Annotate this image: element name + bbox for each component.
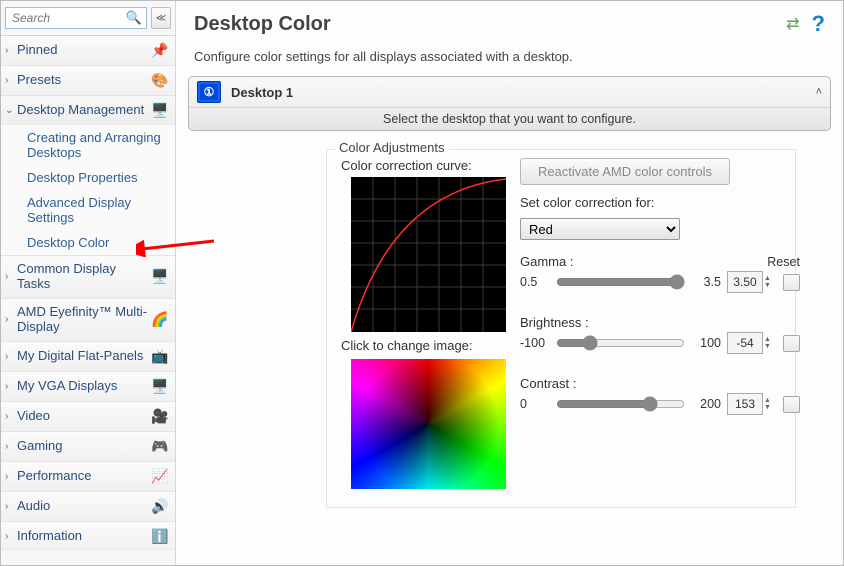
chevron-down-icon: ⌄ xyxy=(5,105,15,116)
sub-desktop-color[interactable]: Desktop Color xyxy=(1,230,175,255)
sub-desktop-properties[interactable]: Desktop Properties xyxy=(1,165,175,190)
brightness-row: Brightness : -100 100 -54 ▲▼ xyxy=(520,315,800,354)
search-field-wrap[interactable]: 🔍 xyxy=(5,7,147,29)
page-subtitle: Configure color settings for all display… xyxy=(176,43,843,76)
nav-gaming[interactable]: › Gaming 🎮 xyxy=(1,431,175,461)
gamepad-icon: 🎮 xyxy=(151,438,169,455)
color-adjustments-panel: Color Adjustments Color correction curve… xyxy=(326,149,796,508)
brightness-slider[interactable] xyxy=(556,334,685,352)
vga-icon: 🖥️ xyxy=(151,378,169,395)
chevron-right-icon: › xyxy=(5,271,15,282)
chevron-right-icon: › xyxy=(5,351,15,362)
collapse-sidebar-button[interactable]: ≪ xyxy=(151,7,171,29)
contrast-min: 0 xyxy=(520,397,548,411)
gamma-min: 0.5 xyxy=(520,275,548,289)
chevron-up-icon[interactable]: ˄ xyxy=(816,86,822,98)
camcorder-icon: 🎥 xyxy=(151,408,169,425)
nav-common-display[interactable]: › Common Display Tasks 🖥️ xyxy=(1,255,175,298)
display-name: Desktop 1 xyxy=(231,85,293,100)
gamma-stepper[interactable]: ▲▼ xyxy=(764,275,771,289)
chevron-right-icon: › xyxy=(5,75,15,86)
contrast-max: 200 xyxy=(693,397,721,411)
brightness-reset[interactable] xyxy=(783,335,800,352)
chevron-right-icon: › xyxy=(5,441,15,452)
flatpanel-icon: 📺 xyxy=(151,348,169,365)
panel-title: Color Adjustments xyxy=(335,140,449,155)
nav-desktop-management[interactable]: ⌄ Desktop Management 🖥️ xyxy=(1,95,175,125)
gamma-row: Gamma : Reset 0.5 3.5 3.50 ▲▼ xyxy=(520,254,800,293)
nav-desktop-management-sub: Creating and Arranging Desktops Desktop … xyxy=(1,125,175,255)
brightness-label: Brightness : xyxy=(520,315,589,330)
gamma-reset[interactable] xyxy=(783,274,800,291)
contrast-reset[interactable] xyxy=(783,396,800,413)
info-icon: ℹ️ xyxy=(151,528,169,545)
nav-vga-displays[interactable]: › My VGA Displays 🖥️ xyxy=(1,371,175,401)
nav-information[interactable]: › Information ℹ️ xyxy=(1,521,175,551)
help-icon[interactable]: ? xyxy=(812,11,825,37)
pin-icon: 📌 xyxy=(151,42,169,59)
update-icon[interactable]: ⇄ xyxy=(786,14,799,34)
nav-performance[interactable]: › Performance 📈 xyxy=(1,461,175,491)
chevron-right-icon: › xyxy=(5,381,15,392)
gamma-label: Gamma : xyxy=(520,254,573,269)
set-correction-label: Set color correction for: xyxy=(520,195,800,210)
display-badge-icon: ① xyxy=(197,81,221,103)
nav-presets[interactable]: › Presets 🎨 xyxy=(1,65,175,95)
curve-label: Color correction curve: xyxy=(341,158,506,173)
nav-tree: › Pinned 📌 › Presets 🎨 ⌄ Desktop Managem… xyxy=(1,35,175,565)
sub-advanced-display[interactable]: Advanced Display Settings xyxy=(1,190,175,230)
contrast-value[interactable]: 153 xyxy=(727,393,763,415)
reactivate-button[interactable]: Reactivate AMD color controls xyxy=(520,158,730,185)
contrast-label: Contrast : xyxy=(520,376,576,391)
search-input[interactable] xyxy=(10,10,126,26)
nav-eyefinity[interactable]: › AMD Eyefinity™ Multi-Display 🌈 xyxy=(1,298,175,341)
sidebar: 🔍 ≪ › Pinned 📌 › Presets 🎨 ⌄ Desktop Man… xyxy=(1,1,176,565)
gauge-icon: 📈 xyxy=(151,468,169,485)
color-channel-select[interactable]: Red xyxy=(520,218,680,240)
nav-pinned[interactable]: › Pinned 📌 xyxy=(1,35,175,65)
display-hint: Select the desktop that you want to conf… xyxy=(189,107,830,130)
monitor-icon: 🖥️ xyxy=(151,102,169,119)
contrast-stepper[interactable]: ▲▼ xyxy=(764,397,771,411)
brightness-max: 100 xyxy=(693,336,721,350)
nav-video[interactable]: › Video 🎥 xyxy=(1,401,175,431)
gamma-max: 3.5 xyxy=(693,275,721,289)
chevron-right-icon: › xyxy=(5,501,15,512)
palette-icon: 🎨 xyxy=(151,72,169,89)
display-selector[interactable]: ① Desktop 1 ˄ Select the desktop that yo… xyxy=(188,76,831,131)
eyefinity-icon: 🌈 xyxy=(151,311,169,328)
nav-flat-panels[interactable]: › My Digital Flat-Panels 📺 xyxy=(1,341,175,371)
chevron-right-icon: › xyxy=(5,531,15,542)
page-title: Desktop Color xyxy=(194,13,331,36)
chevron-right-icon: › xyxy=(5,45,15,56)
brightness-min: -100 xyxy=(520,336,548,350)
nav-audio[interactable]: › Audio 🔊 xyxy=(1,491,175,521)
color-curve-preview[interactable] xyxy=(351,177,506,332)
search-icon[interactable]: 🔍 xyxy=(126,10,142,26)
chevron-right-icon: › xyxy=(5,411,15,422)
image-preview[interactable] xyxy=(351,359,506,489)
click-to-change-label: Click to change image: xyxy=(341,338,506,353)
sub-creating-arranging[interactable]: Creating and Arranging Desktops xyxy=(1,125,175,165)
contrast-row: Contrast : 0 200 153 ▲▼ xyxy=(520,376,800,415)
gamma-value[interactable]: 3.50 xyxy=(727,271,763,293)
contrast-slider[interactable] xyxy=(556,395,685,413)
reset-header: Reset xyxy=(767,255,800,269)
brightness-stepper[interactable]: ▲▼ xyxy=(764,336,771,350)
speaker-icon: 🔊 xyxy=(151,498,169,515)
gamma-slider[interactable] xyxy=(556,273,685,291)
main-content: Desktop Color ⇄ ? Configure color settin… xyxy=(176,1,843,565)
chevron-right-icon: › xyxy=(5,471,15,482)
brightness-value[interactable]: -54 xyxy=(727,332,763,354)
chevron-right-icon: › xyxy=(5,314,15,325)
monitor-icon: 🖥️ xyxy=(151,268,169,285)
